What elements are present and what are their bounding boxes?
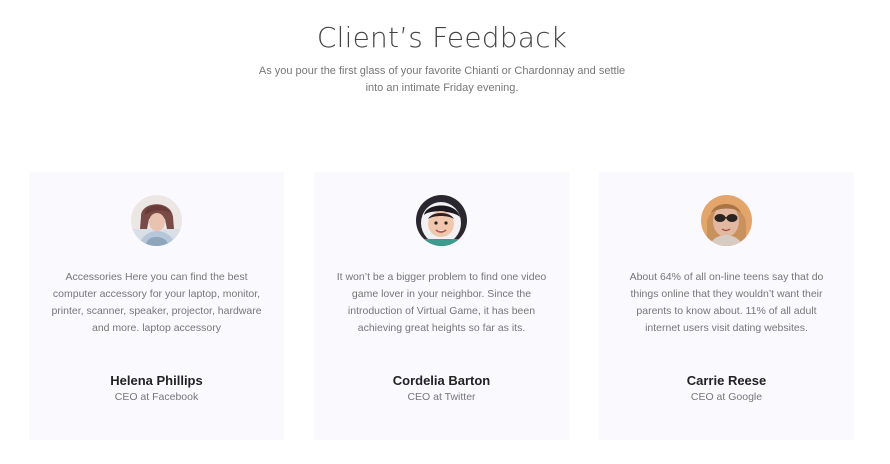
testimonial-card-carrie: About 64% of all on-line teens say that … (599, 172, 854, 440)
testimonial-card-helena: Accessories Here you can find the best c… (29, 172, 284, 440)
testimonial-card-cordelia: It won’t be a bigger problem to find one… (314, 172, 569, 440)
section-title: Client’s Feedback (316, 21, 568, 54)
testimonial-role: CEO at Google (690, 391, 763, 403)
testimonial-quote: It won’t be a bigger problem to find one… (336, 271, 547, 334)
portrait-child-icon (416, 195, 467, 246)
testimonial-name: Helena Phillips (110, 373, 203, 388)
portrait-woman-sunglasses-icon (701, 195, 752, 246)
avatar-cordelia (416, 195, 467, 246)
avatar-helena (131, 195, 182, 246)
testimonial-quote: Accessories Here you can find the best c… (51, 271, 262, 334)
testimonial-name: Carrie Reese (686, 373, 767, 388)
testimonial-role: CEO at Twitter (407, 391, 476, 403)
section-subtitle: As you pour the first glass of your favo… (258, 65, 626, 94)
testimonial-role: CEO at Facebook (114, 391, 199, 403)
testimonial-quote: About 64% of all on-line teens say that … (629, 271, 824, 334)
testimonial-name: Cordelia Barton (392, 373, 491, 388)
avatar-carrie (701, 195, 752, 246)
portrait-woman-icon (131, 195, 182, 246)
